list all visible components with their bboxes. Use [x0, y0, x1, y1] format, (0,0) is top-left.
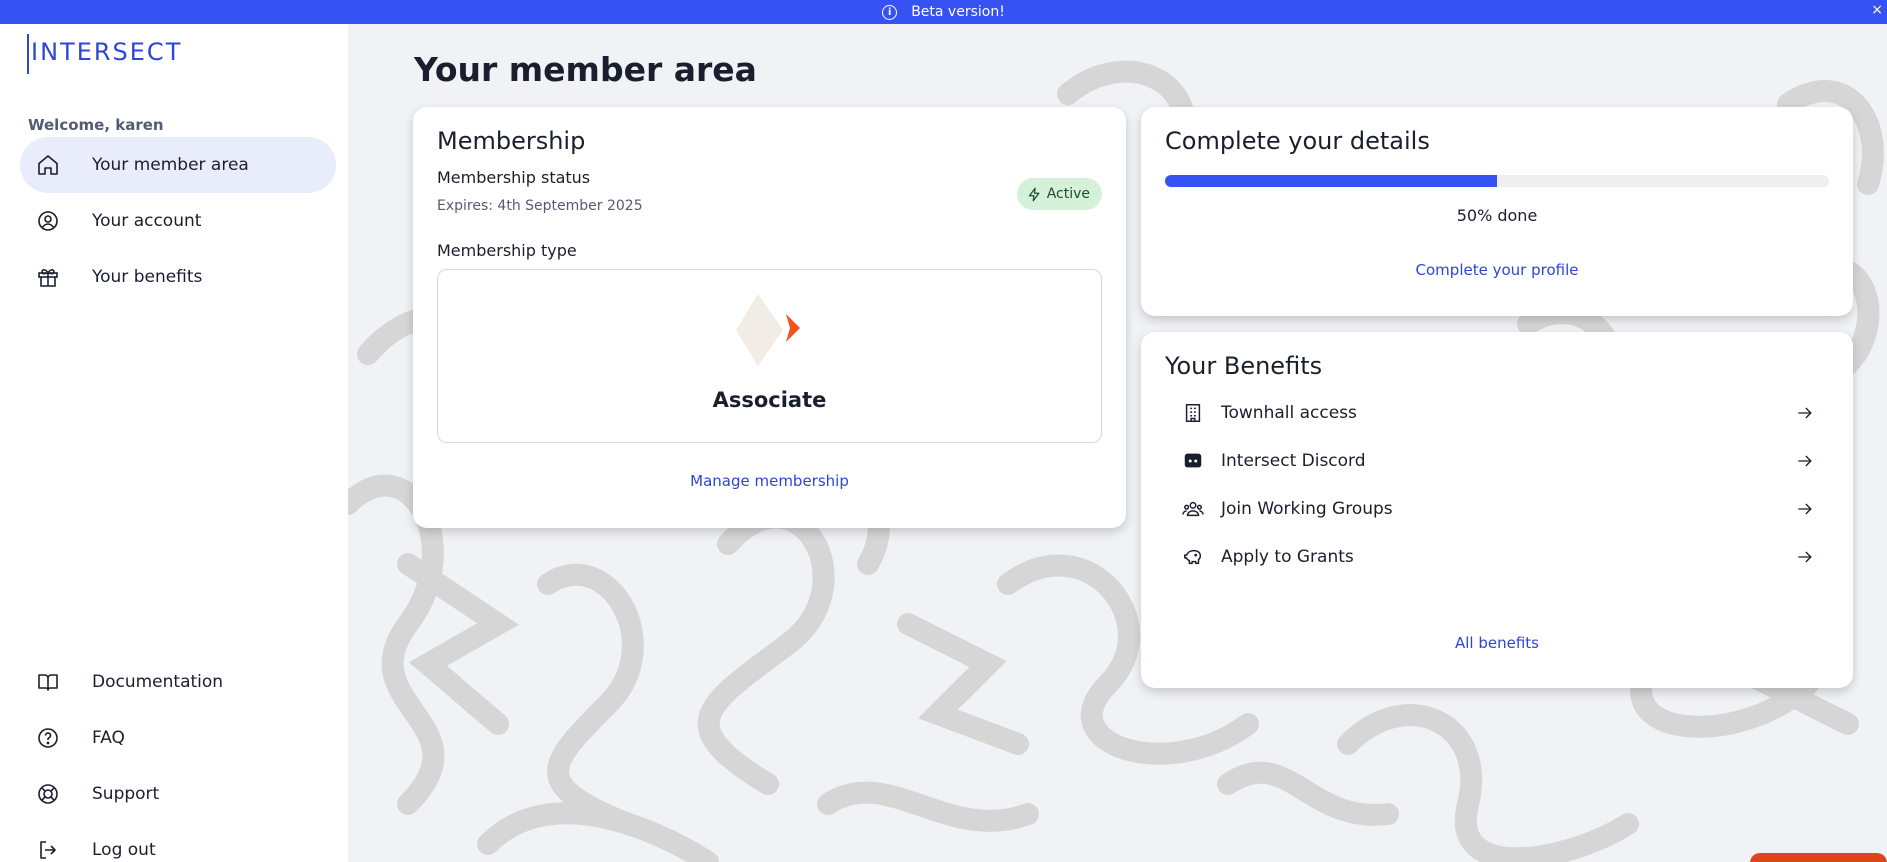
piggy-bank-icon	[1165, 546, 1221, 568]
main-content: Your member area Membership Membership s…	[348, 24, 1887, 862]
discord-icon	[1165, 450, 1221, 472]
membership-title: Membership	[437, 127, 586, 155]
benefit-label: Apply to Grants	[1221, 547, 1354, 567]
nav-label: FAQ	[92, 728, 125, 748]
benefit-label: Intersect Discord	[1221, 451, 1366, 471]
chat-widget-button[interactable]	[1750, 853, 1887, 862]
home-icon	[20, 137, 76, 193]
benefits-card: Your Benefits Townhall access Intersect …	[1141, 332, 1853, 688]
membership-type-name: Associate	[712, 388, 827, 412]
arrow-right-icon	[1798, 407, 1812, 419]
intersect-logo[interactable]: INTERSECT	[27, 34, 182, 74]
all-benefits-link[interactable]: All benefits	[1141, 634, 1853, 652]
progress-text: 50% done	[1456, 206, 1538, 225]
logo-text: INTERSECT	[31, 38, 183, 66]
arrow-right-icon	[1798, 503, 1812, 515]
book-icon	[20, 654, 76, 710]
logout-icon	[20, 822, 76, 862]
benefit-item-townhall[interactable]: Townhall access	[1165, 391, 1829, 435]
complete-profile-link[interactable]: Complete your profile	[1141, 261, 1853, 279]
nav-label: Your member area	[92, 155, 249, 175]
membership-type-box: Associate	[437, 269, 1102, 443]
nav-item-faq[interactable]: FAQ	[20, 710, 336, 766]
membership-type-label: Membership type	[437, 241, 577, 260]
nav-label: Support	[92, 784, 160, 804]
building-icon	[1165, 402, 1221, 424]
benefit-item-working-groups[interactable]: Join Working Groups	[1165, 487, 1829, 531]
nav-item-your-member-area[interactable]: Your member area	[20, 137, 336, 193]
nav-item-your-account[interactable]: Your account	[20, 193, 336, 249]
help-circle-icon	[20, 710, 76, 766]
membership-expiry: Expires: 4th September 2025	[437, 198, 643, 214]
membership-status-label: Membership status	[437, 168, 591, 187]
benefit-item-discord[interactable]: Intersect Discord	[1165, 439, 1829, 483]
gift-icon	[20, 249, 76, 305]
benefits-title: Your Benefits	[1165, 352, 1323, 380]
nav-item-log-out[interactable]: Log out	[20, 822, 336, 862]
close-icon[interactable]: ×	[1871, 2, 1883, 18]
benefit-item-grants[interactable]: Apply to Grants	[1165, 535, 1829, 579]
users-icon	[1165, 498, 1221, 520]
nav-label: Your account	[92, 211, 202, 231]
nav-label: Log out	[92, 840, 156, 860]
manage-membership-link[interactable]: Manage membership	[413, 472, 1126, 490]
complete-details-card: Complete your details 50% done Complete …	[1141, 107, 1853, 316]
status-badge-text: Active	[1046, 186, 1090, 202]
nav-item-support[interactable]: Support	[20, 766, 336, 822]
sidebar: INTERSECT Welcome, karen Your member are…	[0, 24, 348, 862]
arrow-right-icon	[1798, 551, 1812, 563]
complete-details-title: Complete your details	[1165, 127, 1430, 155]
benefit-label: Join Working Groups	[1221, 499, 1393, 519]
lifebuoy-icon	[20, 766, 76, 822]
nav-label: Your benefits	[92, 267, 203, 287]
nav-item-your-benefits[interactable]: Your benefits	[20, 249, 336, 305]
arrow-right-icon	[1798, 455, 1812, 467]
profile-progress-fill	[1165, 175, 1497, 187]
lightning-icon	[1028, 187, 1040, 201]
nav-item-documentation[interactable]: Documentation	[20, 654, 336, 710]
user-circle-icon	[20, 193, 76, 249]
profile-progress-bar	[1165, 175, 1829, 187]
page-title: Your member area	[414, 50, 757, 89]
welcome-text: Welcome, karen	[28, 116, 164, 134]
status-badge: Active	[1016, 178, 1102, 210]
info-icon: i	[882, 4, 898, 20]
associate-tier-icon	[736, 294, 800, 366]
beta-banner: i Beta version! ×	[0, 0, 1887, 24]
benefit-label: Townhall access	[1221, 403, 1357, 423]
beta-banner-text: Beta version!	[911, 4, 1005, 20]
membership-card: Membership Membership status Expires: 4t…	[413, 107, 1126, 528]
nav-label: Documentation	[92, 672, 224, 692]
